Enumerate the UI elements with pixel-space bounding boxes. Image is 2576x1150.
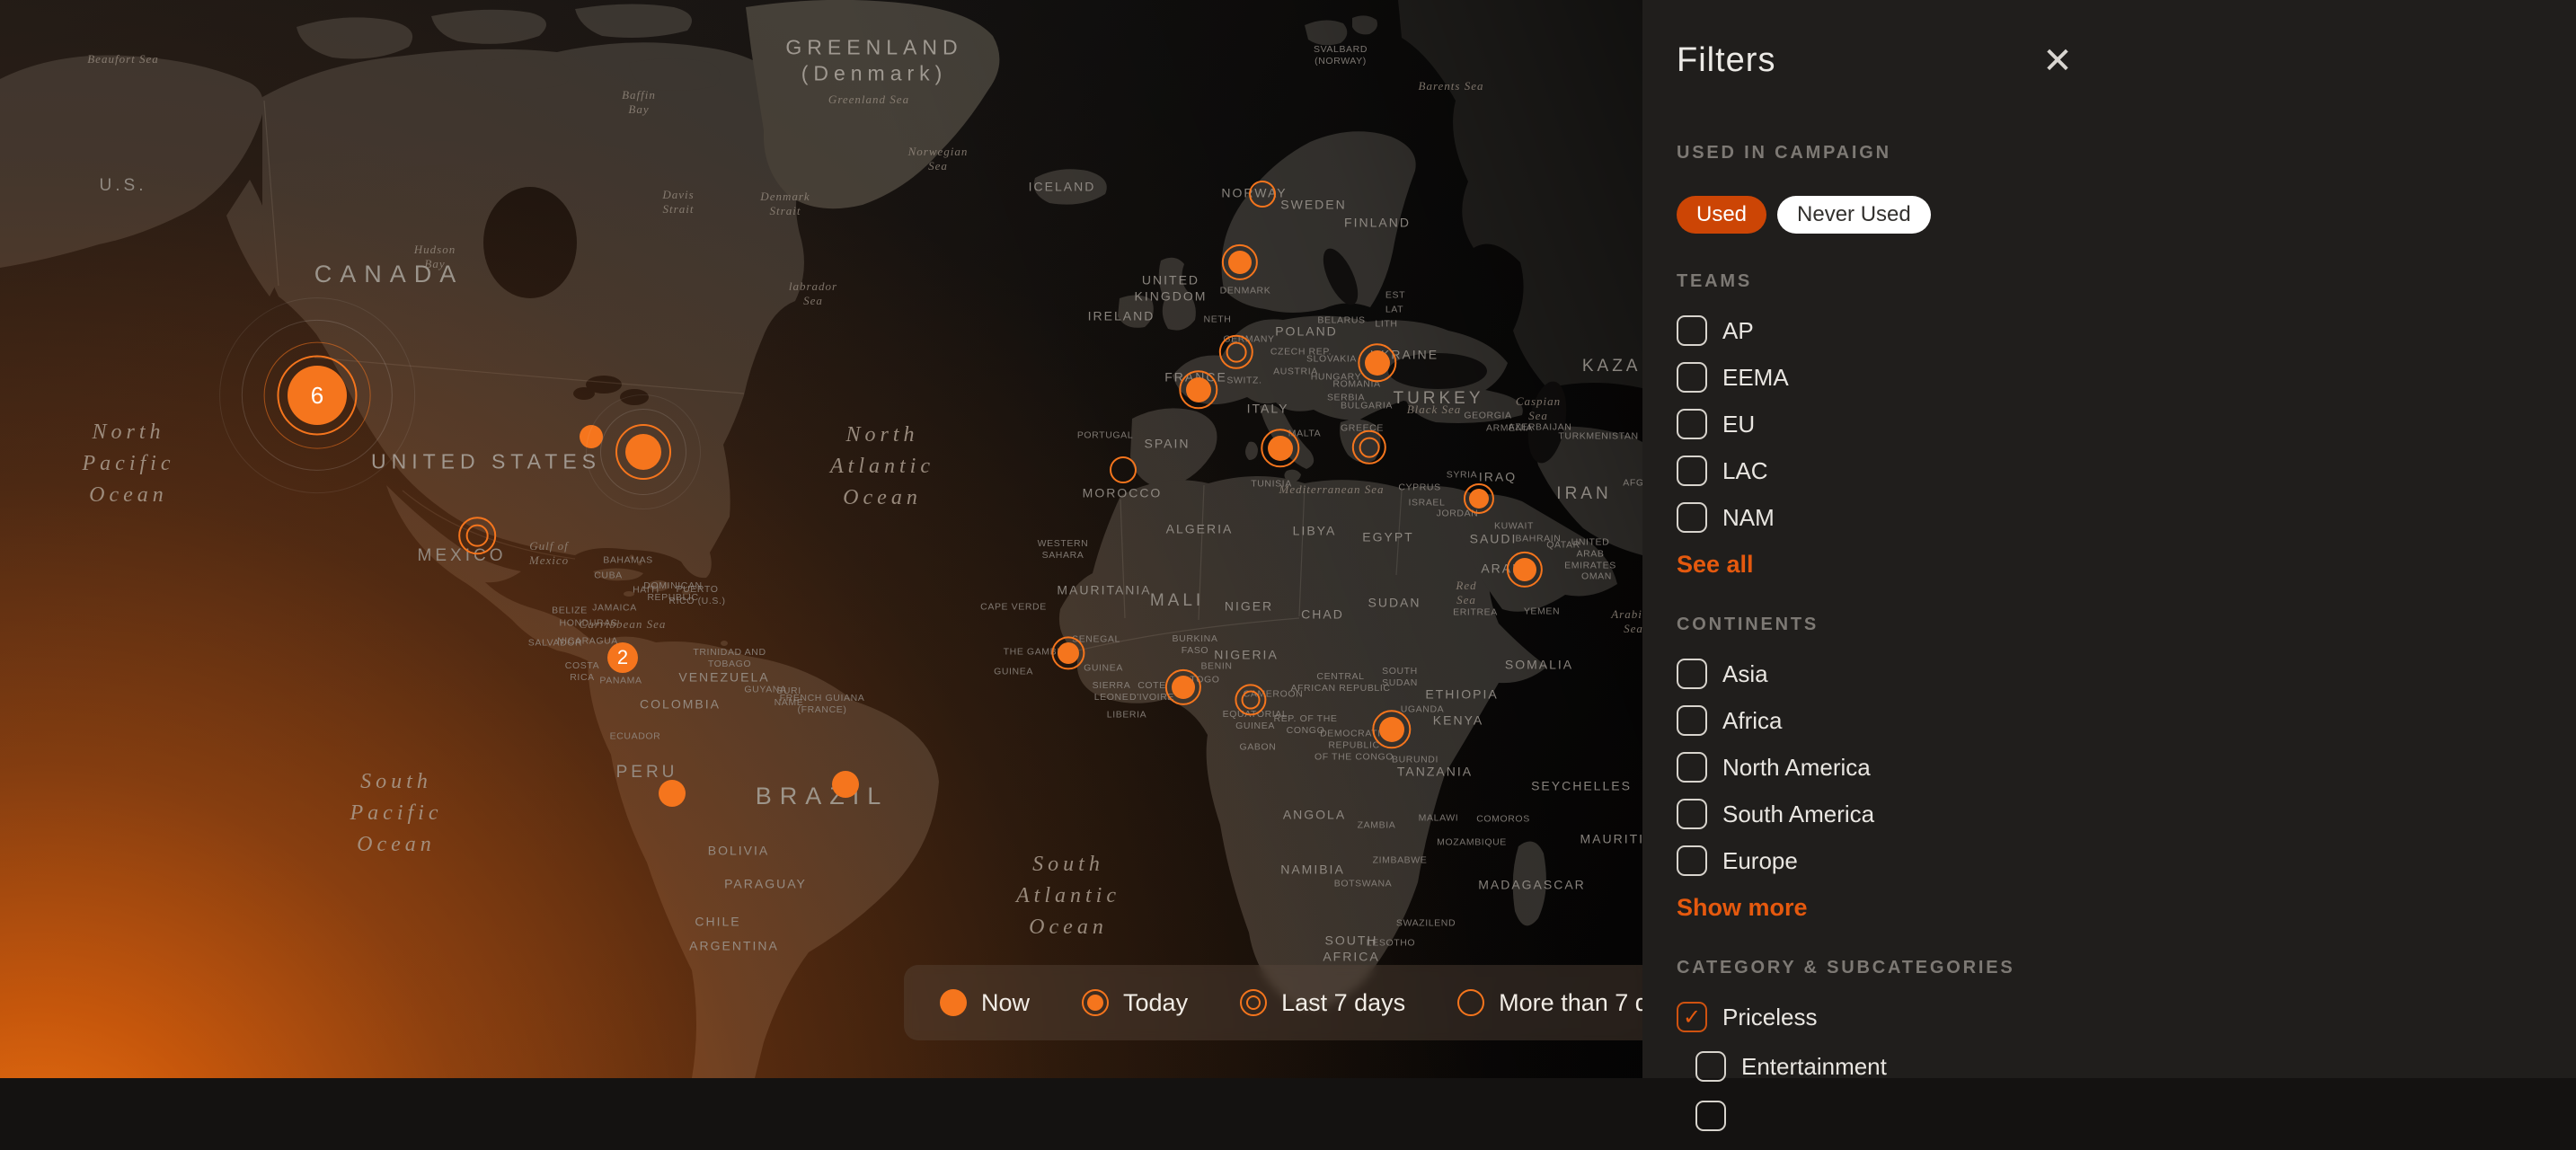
section-header-teams: TEAMS <box>1677 271 2092 292</box>
marker-dot: 2 <box>607 642 638 673</box>
checkbox-icon[interactable] <box>1677 456 1707 486</box>
checkbox-row-nam[interactable]: NAM <box>1677 502 2092 533</box>
continents-checklist: Asia Africa North America South America Euro… <box>1677 659 2092 892</box>
marker-dot <box>1469 489 1489 509</box>
checkbox-label: Africa <box>1722 707 1782 735</box>
section-header-category: CATEGORY & SUBCATEGORIES <box>1677 958 2092 978</box>
map-markers: 62 <box>0 0 1642 1078</box>
category-checklist: ✓ Priceless Entertainment <box>1677 1002 2092 1150</box>
checkbox-checked-icon[interactable]: ✓ <box>1677 1002 1707 1032</box>
checkbox-icon[interactable] <box>1677 409 1707 439</box>
see-all-link[interactable]: See all <box>1677 551 1754 579</box>
checkbox-icon[interactable] <box>1677 705 1707 736</box>
checkbox-label: Europe <box>1722 847 1798 875</box>
marker-dot <box>659 780 686 807</box>
checkbox-icon[interactable] <box>1677 362 1707 393</box>
checkbox-icon[interactable] <box>1677 752 1707 783</box>
legend-now-icon <box>938 987 969 1018</box>
checkbox-row-africa[interactable]: Africa <box>1677 705 2092 736</box>
checkbox-label: AP <box>1722 317 1754 345</box>
checkbox-row-north-america[interactable]: North America <box>1677 752 2092 783</box>
legend-week-icon <box>1238 987 1269 1018</box>
marker-ring <box>458 517 496 554</box>
marker-dot <box>1186 377 1211 402</box>
marker-ring <box>1219 335 1253 369</box>
checkbox-icon[interactable] <box>1677 799 1707 829</box>
marker-ring <box>1110 456 1137 483</box>
legend-older-icon <box>1456 987 1486 1018</box>
checkbox-label: EU <box>1722 411 1755 438</box>
marker-ring <box>1235 684 1266 715</box>
checkbox-row-eu[interactable]: EU <box>1677 409 2092 439</box>
checkbox-label: North America <box>1722 754 1871 782</box>
marker-dot: 6 <box>288 366 347 425</box>
checkbox-row-europe[interactable]: Europe <box>1677 845 2092 876</box>
checkbox-row-eema[interactable]: EEMA <box>1677 362 2092 393</box>
checkbox-icon[interactable] <box>1677 502 1707 533</box>
checkbox-row-lac[interactable]: LAC <box>1677 456 2092 486</box>
checkbox-row-priceless[interactable]: ✓ Priceless <box>1677 1002 2092 1032</box>
teams-checklist: AP EEMA EU LAC NAM <box>1677 315 2092 549</box>
checkbox-label: NAM <box>1722 504 1775 532</box>
map-legend: Now Today Last 7 days More than 7 days ago <box>904 965 1642 1040</box>
checkbox-icon[interactable] <box>1677 845 1707 876</box>
checkbox-label: Asia <box>1722 660 1768 688</box>
legend-today-icon <box>1080 987 1111 1018</box>
checkbox-icon[interactable] <box>1695 1101 1726 1131</box>
marker-dot <box>1365 350 1390 376</box>
legend-label: Today <box>1123 989 1188 1017</box>
checkbox-row-ap[interactable]: AP <box>1677 315 2092 346</box>
world-map[interactable]: Beaufort SeaGREENLAND (Denmark)U.S.CANAD… <box>0 0 1642 1078</box>
marker-ring <box>586 394 701 509</box>
marker-ring <box>1352 430 1386 464</box>
section-header-used-in-campaign: USED IN CAMPAIGN <box>1677 143 2092 164</box>
checkbox-label: Priceless <box>1722 1004 1817 1031</box>
used-in-campaign-chips: Used Never Used <box>1677 196 2092 234</box>
marker-dot <box>1379 717 1404 742</box>
marker-dot <box>1228 251 1252 274</box>
checkbox-icon[interactable] <box>1695 1051 1726 1082</box>
checkbox-label: South America <box>1722 801 1874 828</box>
checkbox-label: Entertainment <box>1741 1053 1887 1081</box>
marker-dot <box>1268 436 1293 461</box>
chip-used[interactable]: Used <box>1677 196 1766 234</box>
chip-never-used[interactable]: Never Used <box>1777 196 1931 234</box>
marker-dot <box>832 771 859 798</box>
marker-dot <box>1058 642 1079 664</box>
checkbox-label: LAC <box>1722 457 1768 485</box>
checkbox-label: EEMA <box>1722 364 1789 392</box>
marker-ring <box>1249 181 1276 208</box>
legend-item-now: Now <box>938 987 1030 1018</box>
legend-item-week: Last 7 days <box>1238 987 1405 1018</box>
marker-dot <box>1172 676 1195 699</box>
marker-dot <box>1513 558 1536 581</box>
checkbox-row-partial[interactable] <box>1695 1101 2092 1131</box>
checkbox-row-entertainment[interactable]: Entertainment <box>1695 1051 2092 1082</box>
checkbox-icon[interactable] <box>1677 659 1707 689</box>
filters-panel: Filters ✕ USED IN CAMPAIGN Used Never Use… <box>1642 0 2576 1078</box>
show-more-link[interactable]: Show more <box>1677 894 1808 922</box>
checkbox-row-asia[interactable]: Asia <box>1677 659 2092 689</box>
panel-title: Filters <box>1677 41 2092 80</box>
legend-label: Now <box>981 989 1030 1017</box>
legend-label: Last 7 days <box>1281 989 1405 1017</box>
checkbox-row-south-america[interactable]: South America <box>1677 799 2092 829</box>
legend-item-older: More than 7 days ago <box>1456 987 1642 1018</box>
legend-label: More than 7 days ago <box>1499 989 1642 1017</box>
close-icon[interactable]: ✕ <box>2038 41 2077 81</box>
section-header-continents: CONTINENTS <box>1677 615 2092 635</box>
checkbox-icon[interactable] <box>1677 315 1707 346</box>
legend-item-today: Today <box>1080 987 1188 1018</box>
